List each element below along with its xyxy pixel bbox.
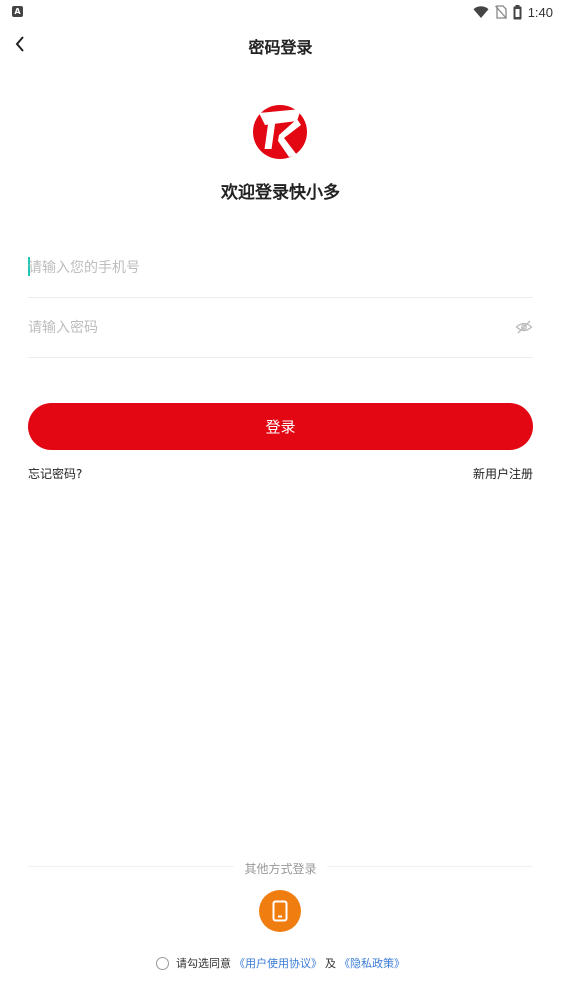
forgot-password-link[interactable]: 忘记密码? [28, 465, 82, 482]
password-input[interactable] [28, 316, 498, 340]
phone-login-button[interactable] [259, 890, 301, 932]
notification-icon: A [12, 6, 23, 17]
app-logo [253, 105, 307, 159]
other-login-label-wrap: 其他方式登录 [0, 858, 561, 877]
agreement-checkbox[interactable] [156, 956, 169, 970]
agreement-and: 及 [325, 957, 336, 970]
nav-bar: 密码登录 [0, 24, 561, 64]
wifi-icon [473, 5, 489, 18]
other-login-label: 其他方式登录 [234, 862, 327, 876]
phone-input[interactable] [28, 256, 498, 280]
password-field [28, 298, 533, 358]
phone-icon [272, 900, 288, 922]
no-sim-icon [494, 5, 507, 19]
status-time: 1:40 [527, 4, 553, 20]
status-icons: 1:40 [473, 3, 553, 21]
eye-off-icon[interactable] [515, 318, 533, 336]
phone-field [28, 238, 533, 298]
user-agreement-link[interactable]: 《用户使用协议》 [234, 955, 322, 971]
agreement-row: 请勾选同意 《用户使用协议》 及 《隐私政策》 [0, 955, 561, 971]
register-link[interactable]: 新用户注册 [473, 465, 533, 482]
login-button[interactable]: 登录 [28, 403, 533, 450]
battery-icon [513, 4, 522, 19]
privacy-policy-link[interactable]: 《隐私政策》 [339, 955, 405, 971]
page-title: 密码登录 [248, 38, 313, 57]
welcome-title: 欢迎登录快小多 [221, 183, 340, 203]
agreement-prefix: 请勾选同意 [176, 957, 231, 970]
status-bar: A 1:40 [0, 0, 561, 24]
